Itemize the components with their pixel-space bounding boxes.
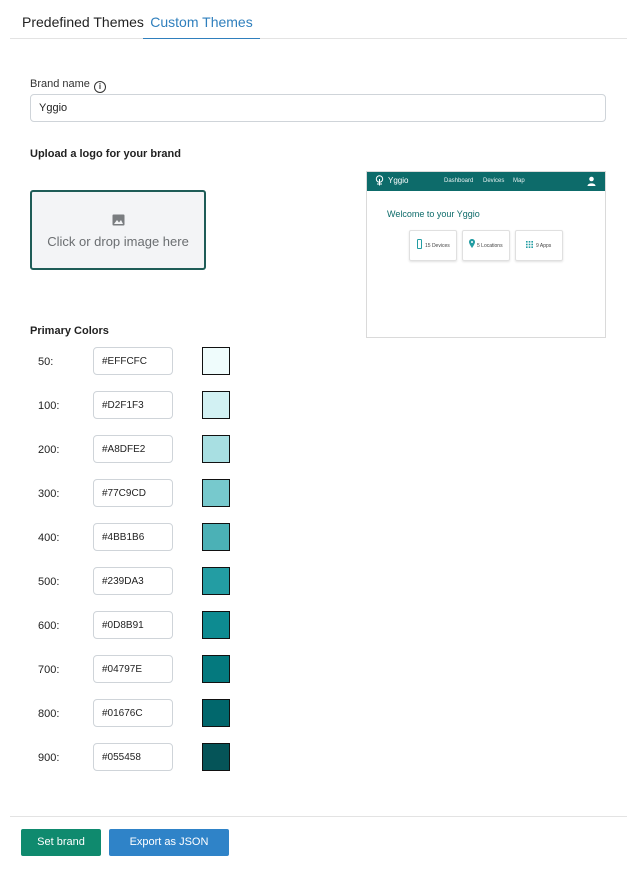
preview-navbar: Yggio Dashboard Devices Map — [367, 172, 605, 191]
hex-input-700[interactable] — [93, 655, 173, 683]
hex-input-200[interactable] — [93, 435, 173, 463]
hex-input-100[interactable] — [93, 391, 173, 419]
hex-input-300[interactable] — [93, 479, 173, 507]
swatch-900[interactable] — [202, 743, 230, 771]
shade-label: 500: — [38, 576, 60, 588]
hex-input-50[interactable] — [93, 347, 173, 375]
swatch-50[interactable] — [202, 347, 230, 375]
preview-card-locations: 5 Locations — [462, 230, 510, 261]
apps-grid-icon — [526, 241, 533, 248]
preview-nav-dashboard: Dashboard — [444, 178, 474, 184]
color-row-300: 300: — [0, 479, 634, 509]
image-icon — [112, 214, 125, 226]
preview-card-devices-text: 15 Devices — [425, 243, 450, 249]
shade-label: 100: — [38, 400, 60, 412]
swatch-100[interactable] — [202, 391, 230, 419]
preview-logo-text: Yggio — [388, 176, 409, 185]
hex-input-900[interactable] — [93, 743, 173, 771]
logo-dropzone[interactable]: Click or drop image here — [30, 190, 206, 270]
preview-card-locations-text: 5 Locations — [477, 243, 503, 249]
swatch-400[interactable] — [202, 523, 230, 551]
shade-label: 50: — [38, 356, 54, 368]
swatch-700[interactable] — [202, 655, 230, 683]
shade-label: 700: — [38, 664, 60, 676]
export-json-button[interactable]: Export as JSON — [109, 829, 229, 856]
info-icon[interactable]: i — [93, 81, 106, 93]
color-row-50: 50: — [0, 347, 634, 377]
swatch-800[interactable] — [202, 699, 230, 727]
brand-name-label-row: Brand name i — [30, 78, 106, 93]
swatch-200[interactable] — [202, 435, 230, 463]
swatch-300[interactable] — [202, 479, 230, 507]
preview-card-apps-text: 9 Apps — [536, 243, 552, 249]
shade-label: 300: — [38, 488, 60, 500]
color-row-800: 800: — [0, 699, 634, 729]
phone-icon — [417, 239, 422, 249]
color-row-200: 200: — [0, 435, 634, 465]
shade-label: 200: — [38, 444, 60, 456]
upload-logo-title: Upload a logo for your brand — [30, 148, 181, 160]
hex-input-600[interactable] — [93, 611, 173, 639]
color-row-600: 600: — [0, 611, 634, 641]
hex-input-400[interactable] — [93, 523, 173, 551]
swatch-600[interactable] — [202, 611, 230, 639]
shade-label: 800: — [38, 708, 60, 720]
color-row-500: 500: — [0, 567, 634, 597]
set-brand-button[interactable]: Set brand — [21, 829, 101, 856]
preview-welcome: Welcome to your Yggio — [387, 209, 480, 219]
preview-nav-map: Map — [513, 178, 525, 184]
brand-name-input[interactable] — [30, 94, 606, 122]
tab-predefined-themes[interactable]: Predefined Themes — [10, 0, 156, 39]
primary-colors-title: Primary Colors — [30, 325, 109, 337]
location-pin-icon — [469, 239, 475, 248]
swatch-500[interactable] — [202, 567, 230, 595]
shade-label: 600: — [38, 620, 60, 632]
user-icon — [587, 176, 596, 186]
preview-nav-devices: Devices — [483, 178, 505, 184]
footer-divider — [10, 816, 627, 817]
hex-input-500[interactable] — [93, 567, 173, 595]
shade-label: 400: — [38, 532, 60, 544]
theme-preview: Yggio Dashboard Devices Map Welcome to y… — [366, 171, 606, 338]
shade-label: 900: — [38, 752, 60, 764]
yggio-logo-icon — [375, 175, 384, 186]
theme-tabs: Predefined Themes Custom Themes — [10, 0, 627, 39]
color-row-700: 700: — [0, 655, 634, 685]
color-row-900: 900: — [0, 743, 634, 773]
hex-input-800[interactable] — [93, 699, 173, 727]
brand-name-label: Brand name — [30, 78, 90, 90]
color-row-400: 400: — [0, 523, 634, 553]
preview-card-devices: 15 Devices — [409, 230, 457, 261]
tab-custom-themes[interactable]: Custom Themes — [143, 0, 260, 39]
preview-card-apps: 9 Apps — [515, 230, 563, 261]
dropzone-text: Click or drop image here — [47, 234, 189, 249]
color-row-100: 100: — [0, 391, 634, 421]
